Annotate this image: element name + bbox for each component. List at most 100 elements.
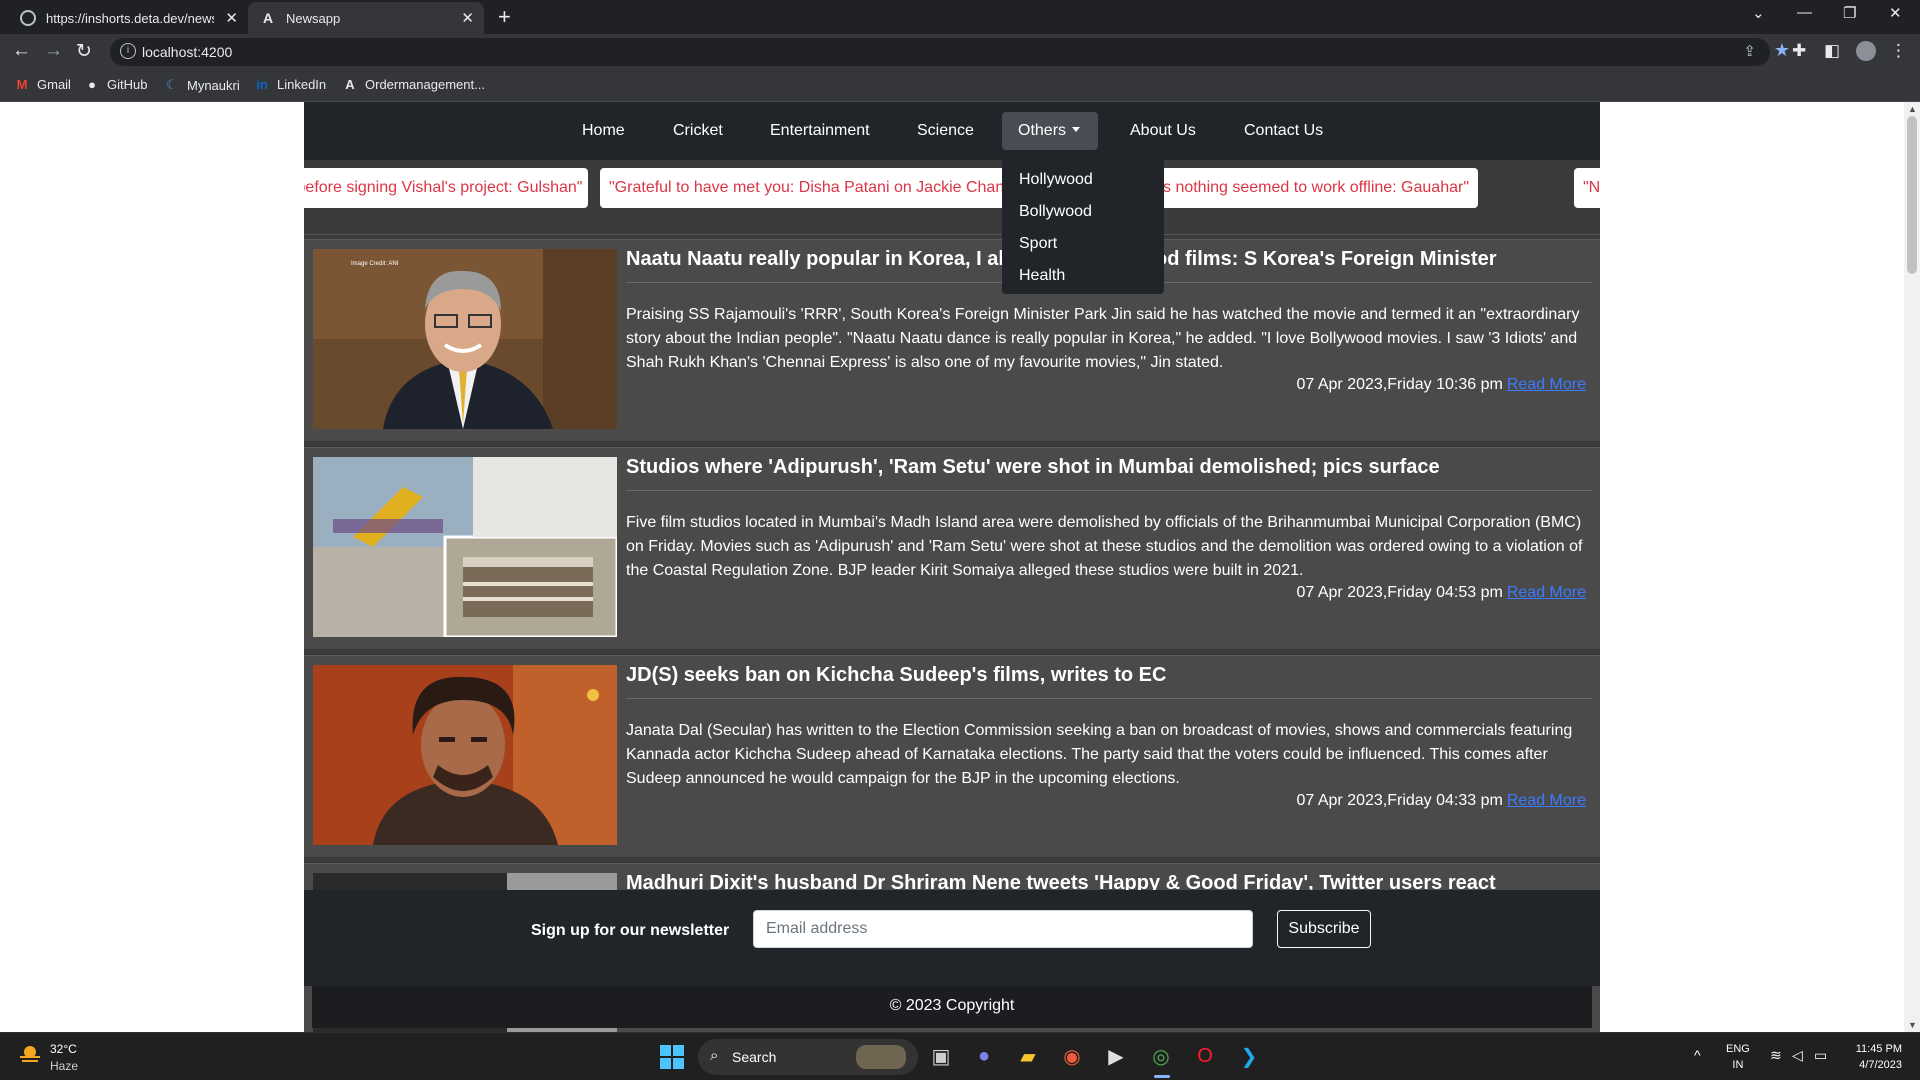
weather-haze-icon[interactable] — [18, 1043, 42, 1065]
news-date: 07 Apr 2023,Friday 04:53 pm — [1296, 584, 1503, 601]
weather-temperature[interactable]: 32°C — [50, 1042, 77, 1056]
nav-contact-us[interactable]: Contact Us — [1244, 122, 1323, 140]
close-window-icon[interactable]: ✕ — [1889, 4, 1902, 22]
dropdown-item-hollywood[interactable]: Hollywood — [1002, 168, 1164, 200]
close-tab-icon[interactable]: ✕ — [225, 9, 238, 27]
news-title[interactable]: JD(S) seeks ban on Kichcha Sudeep's film… — [626, 664, 1596, 687]
volume-icon[interactable]: ◁ — [1792, 1047, 1803, 1064]
nav-about-us[interactable]: About Us — [1130, 122, 1196, 140]
forward-icon[interactable]: → — [44, 40, 63, 62]
dropdown-item-health[interactable]: Health — [1002, 264, 1164, 296]
news-image[interactable] — [313, 665, 617, 845]
scroll-up-icon[interactable]: ▲ — [1908, 104, 1917, 114]
read-more-link[interactable]: Read More — [1507, 792, 1586, 809]
extensions-icon[interactable]: ✚ — [1792, 41, 1806, 61]
language-indicator[interactable]: ENG IN — [1726, 1041, 1750, 1073]
clock-time: 11:45 PM — [1855, 1043, 1902, 1055]
search-icon: ⌕ — [710, 1047, 719, 1064]
battery-icon[interactable]: ▭ — [1814, 1047, 1827, 1064]
news-image[interactable]: Image Credit: ANI — [313, 249, 617, 429]
vscode-icon[interactable]: ❯ — [1234, 1041, 1264, 1071]
divider — [626, 490, 1592, 491]
reload-icon[interactable]: ↻ — [76, 40, 92, 63]
nav-cricket[interactable]: Cricket — [673, 122, 723, 140]
close-tab-icon[interactable]: ✕ — [461, 9, 474, 27]
email-field[interactable] — [753, 910, 1253, 948]
opera-icon[interactable]: O — [1190, 1041, 1220, 1071]
scroll-down-icon[interactable]: ▼ — [1908, 1020, 1917, 1030]
postman-icon[interactable]: ◉ — [1057, 1041, 1087, 1071]
bookmark-ordermanagement[interactable]: A Ordermanagement... — [342, 77, 485, 92]
news-description: Praising SS Rajamouli's 'RRR', South Kor… — [626, 306, 1580, 371]
news-title[interactable]: Studios where 'Adipurush', 'Ram Setu' we… — [626, 456, 1596, 479]
bookmark-label: Gmail — [37, 77, 71, 92]
news-card: Studios where 'Adipurush', 'Ram Setu' we… — [304, 447, 1600, 649]
nav-others-dropdown[interactable]: Others — [1002, 112, 1098, 150]
tab-search-icon[interactable]: ⌄ — [1752, 4, 1765, 22]
scroll-thumb[interactable] — [1907, 116, 1917, 274]
system-clock[interactable]: 11:45 PM 4/7/2023 — [1846, 1041, 1902, 1073]
page-viewport: Home Cricket Entertainment Science Other… — [0, 102, 1920, 1032]
page-scrollbar[interactable]: ▲ ▼ — [1904, 102, 1920, 1032]
read-more-link[interactable]: Read More — [1507, 584, 1586, 601]
angular-icon: A — [262, 10, 274, 26]
divider — [304, 234, 1600, 235]
bookmark-github[interactable]: ● GitHub — [84, 77, 147, 92]
weather-condition[interactable]: Haze — [50, 1059, 78, 1073]
site-info-icon[interactable]: i — [120, 43, 136, 59]
bookmark-gmail[interactable]: M Gmail — [14, 77, 71, 92]
browser-toolbar: ← → ↻ i localhost:4200 ⇪ ★ ✚ ◧ ⋮ — [0, 34, 1920, 70]
file-explorer-icon[interactable]: ▰ — [1013, 1041, 1043, 1071]
bookmark-star-icon[interactable]: ★ — [1774, 40, 1790, 61]
windows-start-icon[interactable] — [660, 1045, 684, 1069]
ticker-item[interactable]: "N — [1574, 168, 1600, 208]
menu-icon[interactable]: ⋮ — [1890, 41, 1907, 61]
copyright: © 2023 Copyright — [312, 986, 1592, 1028]
media-player-icon[interactable]: ▶ — [1101, 1041, 1131, 1071]
nav-entertainment[interactable]: Entertainment — [770, 122, 870, 140]
github-icon: ● — [88, 77, 96, 92]
subscribe-button[interactable]: Subscribe — [1277, 910, 1371, 948]
bookmark-label: Ordermanagement... — [365, 77, 485, 92]
caret-down-icon — [1072, 127, 1081, 132]
bookmarks-bar: M Gmail ● GitHub ☾ Mynaukri in LinkedIn … — [0, 70, 1920, 102]
main-navbar: Home Cricket Entertainment Science Other… — [304, 102, 1600, 160]
dropdown-item-sport[interactable]: Sport — [1002, 232, 1164, 264]
svg-text:Image Credit: ANI: Image Credit: ANI — [351, 261, 399, 267]
news-image[interactable] — [313, 457, 617, 637]
teams-chat-icon[interactable]: ● — [969, 1041, 999, 1071]
show-hidden-icons-icon[interactable]: ^ — [1694, 1047, 1701, 1063]
others-dropdown-menu: Hollywood Bollywood Sport Health — [1002, 154, 1164, 294]
ticker-item[interactable]: "Being scared before signing Vishal's pr… — [304, 168, 588, 208]
ticker-item[interactable]: "Grateful to have met you: Disha Patani … — [600, 168, 1024, 208]
nav-home[interactable]: Home — [582, 122, 625, 140]
tab-inshorts[interactable]: https://inshorts.deta.dev/news?category=… — [8, 2, 248, 34]
back-icon[interactable]: ← — [12, 40, 31, 62]
ticker-text: "N — [1583, 179, 1600, 196]
bookmark-label: LinkedIn — [277, 77, 327, 92]
share-icon[interactable]: ⇪ — [1743, 42, 1756, 60]
bookmark-mynaukri[interactable]: ☾ Mynaukri — [164, 77, 240, 93]
wifi-icon[interactable]: ≋ — [1770, 1047, 1782, 1064]
tab-title: Newsapp — [286, 10, 341, 26]
linkedin-icon: in — [256, 77, 268, 92]
news-date: 07 Apr 2023,Friday 10:36 pm — [1296, 376, 1503, 393]
read-more-link[interactable]: Read More — [1507, 376, 1586, 393]
taskbar-search[interactable]: ⌕ Search — [698, 1039, 918, 1075]
tab-title: https://inshorts.deta.dev/news?category= — [46, 10, 214, 26]
task-view-icon[interactable]: ▣ — [926, 1041, 956, 1071]
address-bar[interactable]: i localhost:4200 ⇪ ★ — [110, 38, 1790, 66]
new-tab-button[interactable]: + — [498, 4, 511, 30]
profile-avatar[interactable] — [1856, 41, 1876, 61]
chrome-icon[interactable]: ◎ — [1146, 1041, 1176, 1071]
globe-icon — [20, 10, 36, 26]
newsletter-label: Sign up for our newsletter — [531, 922, 730, 939]
ticker-text: "Grateful to have met you: Disha Patani … — [609, 179, 1016, 196]
restore-icon[interactable]: ❐ — [1843, 4, 1856, 22]
bookmark-linkedin[interactable]: in LinkedIn — [254, 77, 326, 92]
nav-science[interactable]: Science — [917, 122, 974, 140]
minimize-icon[interactable]: — — [1797, 4, 1812, 21]
side-panel-icon[interactable]: ◧ — [1824, 41, 1840, 61]
dropdown-item-bollywood[interactable]: Bollywood — [1002, 200, 1164, 232]
tab-newsapp[interactable]: A Newsapp ✕ — [248, 2, 484, 34]
